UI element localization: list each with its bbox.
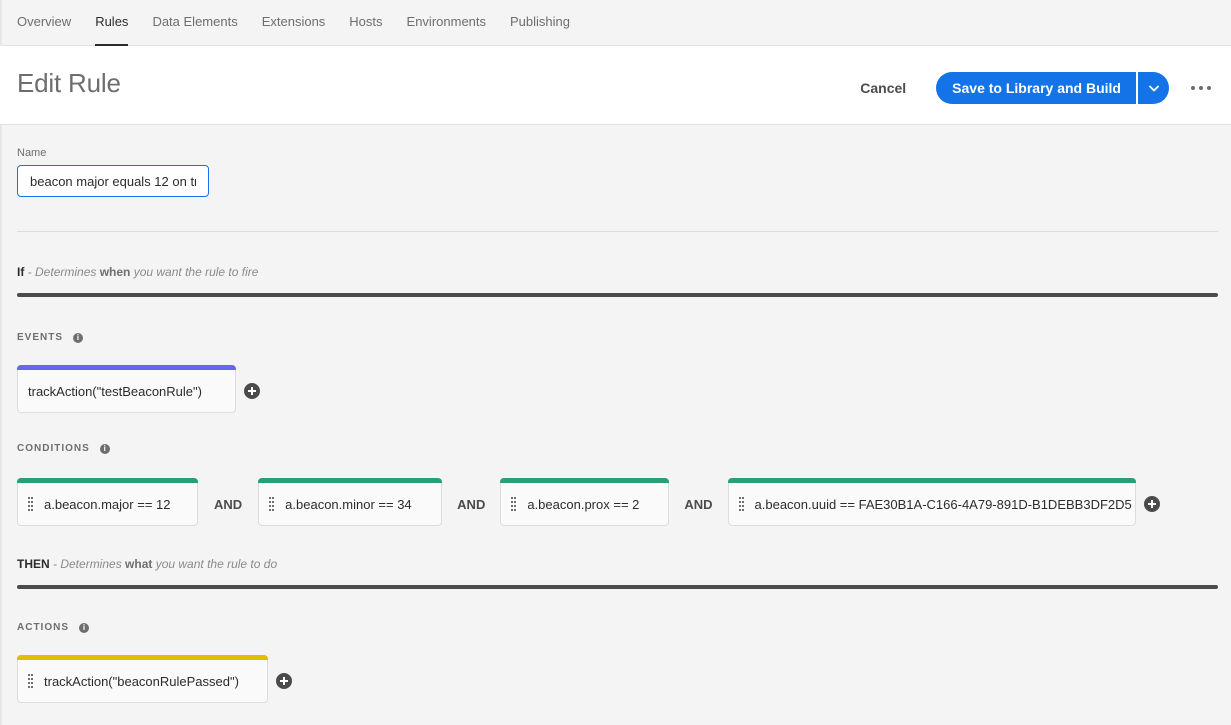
page-header: Edit Rule Cancel Save to Library and Bui… bbox=[0, 46, 1231, 125]
drag-handle-icon[interactable] bbox=[511, 496, 517, 512]
tab-hosts[interactable]: Hosts bbox=[349, 0, 382, 45]
rule-editor: Name If - Determines when you want the r… bbox=[0, 147, 1231, 703]
more-icon-dot bbox=[1191, 86, 1195, 90]
more-icon-dot bbox=[1207, 86, 1211, 90]
drag-handle-icon[interactable] bbox=[269, 496, 275, 512]
more-options-button[interactable] bbox=[1191, 78, 1211, 98]
separator: - bbox=[24, 265, 36, 279]
condition-card[interactable]: a.beacon.major == 12 bbox=[17, 478, 198, 526]
actions-label: ACTIONS bbox=[17, 622, 69, 633]
actions-row: trackAction("beaconRulePassed") bbox=[17, 655, 1218, 703]
add-action-button[interactable] bbox=[276, 673, 292, 689]
name-input[interactable] bbox=[17, 165, 209, 197]
if-desc-pre: Determines bbox=[35, 265, 100, 279]
more-icon-dot bbox=[1199, 86, 1203, 90]
tab-extensions[interactable]: Extensions bbox=[262, 0, 326, 45]
then-keyword: THEN bbox=[17, 557, 50, 571]
info-icon[interactable]: i bbox=[99, 443, 110, 454]
condition-card-label: a.beacon.uuid == FAE30B1A-C166-4A79-891D… bbox=[754, 496, 1132, 512]
condition-card-label: a.beacon.major == 12 bbox=[44, 496, 171, 512]
and-joiner: AND bbox=[214, 496, 243, 512]
events-heading: EVENTS i bbox=[17, 332, 1218, 343]
then-section-heading: THEN - Determines what you want the rule… bbox=[17, 557, 1218, 571]
tab-publishing[interactable]: Publishing bbox=[510, 0, 570, 45]
top-nav: Overview Rules Data Elements Extensions … bbox=[0, 0, 1231, 46]
if-desc-post: you want the rule to fire bbox=[130, 265, 259, 279]
conditions-heading: CONDITIONS i bbox=[17, 443, 1218, 454]
then-desc-pre: Determines bbox=[60, 557, 126, 571]
drag-handle-icon[interactable] bbox=[28, 496, 33, 512]
then-divider bbox=[17, 585, 1218, 589]
events-row: trackAction("testBeaconRule") bbox=[17, 365, 1218, 413]
add-event-button[interactable] bbox=[244, 383, 260, 399]
tab-rules[interactable]: Rules bbox=[95, 0, 129, 46]
add-condition-button[interactable] bbox=[1143, 496, 1160, 512]
then-desc-post: you want the rule to do bbox=[152, 557, 278, 571]
save-to-library-and-build-button[interactable]: Save to Library and Build bbox=[936, 72, 1136, 104]
info-icon[interactable]: i bbox=[73, 332, 84, 343]
actions-heading: ACTIONS i bbox=[17, 622, 1218, 633]
save-options-dropdown-button[interactable] bbox=[1138, 72, 1169, 104]
drag-handle-icon[interactable] bbox=[738, 496, 744, 512]
chevron-down-icon bbox=[1148, 85, 1159, 91]
tab-overview[interactable]: Overview bbox=[17, 0, 71, 45]
condition-card-label: a.beacon.minor == 34 bbox=[285, 496, 412, 512]
and-joiner: AND bbox=[457, 496, 486, 512]
action-card[interactable]: trackAction("beaconRulePassed") bbox=[17, 655, 268, 703]
info-icon[interactable]: i bbox=[79, 622, 89, 633]
page-title: Edit Rule bbox=[17, 67, 121, 98]
condition-card[interactable]: a.beacon.uuid == FAE30B1A-C166-4A79-891D… bbox=[727, 478, 1136, 526]
divider bbox=[17, 231, 1218, 232]
event-card[interactable]: trackAction("testBeaconRule") bbox=[17, 365, 236, 413]
if-section-heading: If - Determines when you want the rule t… bbox=[17, 265, 1218, 279]
then-desc-emphasis: what bbox=[125, 557, 153, 571]
drag-handle-icon[interactable] bbox=[28, 673, 33, 689]
separator: - bbox=[49, 557, 61, 571]
action-card-label: trackAction("beaconRulePassed") bbox=[44, 673, 239, 689]
save-button-group: Save to Library and Build bbox=[936, 72, 1169, 104]
conditions-label: CONDITIONS bbox=[17, 443, 90, 454]
and-joiner: AND bbox=[684, 496, 713, 512]
conditions-row: a.beacon.major == 12 AND a.beacon.minor … bbox=[17, 478, 1218, 526]
if-divider bbox=[17, 293, 1218, 297]
header-actions: Cancel Save to Library and Build bbox=[858, 72, 1211, 104]
cancel-button[interactable]: Cancel bbox=[858, 74, 908, 102]
condition-card-label: a.beacon.prox == 2 bbox=[527, 496, 640, 512]
name-label: Name bbox=[17, 147, 47, 159]
events-label: EVENTS bbox=[17, 332, 64, 343]
condition-card[interactable]: a.beacon.minor == 34 bbox=[258, 478, 443, 526]
tab-data-elements[interactable]: Data Elements bbox=[152, 0, 237, 45]
event-card-label: trackAction("testBeaconRule") bbox=[28, 383, 202, 399]
condition-card[interactable]: a.beacon.prox == 2 bbox=[500, 478, 670, 526]
tab-environments[interactable]: Environments bbox=[407, 0, 486, 45]
if-desc-emphasis: when bbox=[99, 265, 131, 279]
